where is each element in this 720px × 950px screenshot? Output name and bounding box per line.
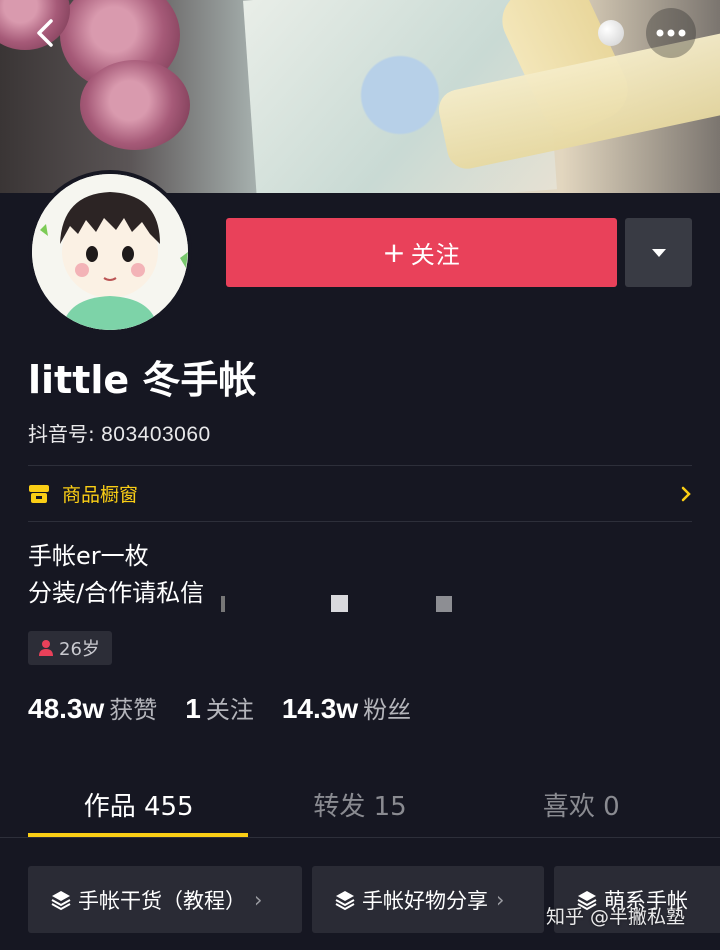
divider xyxy=(28,521,692,522)
plus-icon: + xyxy=(382,235,407,269)
collection-label: 手帐干货（教程） xyxy=(78,888,246,913)
tab-works[interactable]: 作品 455 xyxy=(28,778,249,836)
shop-icon xyxy=(29,484,49,503)
more-dots-icon xyxy=(656,29,686,37)
shop-window-label: 商品橱窗 xyxy=(62,484,139,506)
stat-value: 14.3w xyxy=(281,693,359,724)
chevron-right-icon xyxy=(681,486,691,501)
profile-stats: 48.3w 获赞 1 关注 14.3w 粉丝 xyxy=(28,690,439,725)
bio: 手帐er一枚 分装/合作请私信 xyxy=(28,538,204,612)
douyin-id: 抖音号: 803403060 xyxy=(28,418,211,447)
layers-icon xyxy=(335,890,355,910)
watermark: 知乎 @半撇私塾 xyxy=(546,906,686,928)
collection-label: 手帐好物分享 xyxy=(362,888,488,913)
stat-value: 1 xyxy=(185,693,201,724)
decorative-mark xyxy=(436,596,452,612)
collection-chip[interactable]: 手帐好物分享 › xyxy=(312,866,544,933)
back-button[interactable] xyxy=(20,8,70,58)
stat-label: 粉丝 xyxy=(363,696,412,724)
bio-line: 分装/合作请私信 xyxy=(28,579,205,607)
cartoon-boy-avatar-illustration xyxy=(32,174,188,330)
active-tab-indicator xyxy=(28,833,248,837)
stat-label: 获赞 xyxy=(109,696,158,724)
age-text: 26岁 xyxy=(59,639,100,660)
person-icon xyxy=(39,640,53,656)
decorative-mark xyxy=(331,595,348,612)
nickname: little 冬手帐 xyxy=(28,358,257,402)
stat-value: 48.3w xyxy=(28,693,105,724)
stat-likes[interactable]: 48.3w 获赞 xyxy=(28,690,157,725)
chevron-right-icon: › xyxy=(254,887,263,912)
stat-following[interactable]: 1 关注 xyxy=(185,690,254,725)
stat-label: 关注 xyxy=(205,696,254,724)
recommend-dropdown-button[interactable] xyxy=(625,218,692,287)
shop-window-row[interactable]: 商品橱窗 xyxy=(28,466,692,521)
chevron-left-icon xyxy=(37,19,53,47)
caret-down-icon xyxy=(651,248,666,257)
decorative-mark xyxy=(221,596,225,612)
avatar[interactable] xyxy=(28,170,192,334)
stat-followers[interactable]: 14.3w 粉丝 xyxy=(282,690,411,725)
layers-icon xyxy=(51,890,71,910)
tabs-divider xyxy=(0,837,720,838)
follow-label: 关注 xyxy=(410,241,461,269)
content-tabs: 作品 455 转发 15 喜欢 0 xyxy=(28,778,692,836)
collection-chip[interactable]: 手帐干货（教程） › xyxy=(28,866,302,933)
douyin-id-label: 抖音号: xyxy=(28,422,102,446)
tab-reposts[interactable]: 转发 15 xyxy=(249,778,470,836)
tab-likes[interactable]: 喜欢 0 xyxy=(471,778,692,836)
follow-button[interactable]: + 关注 xyxy=(226,218,617,287)
age-tag: 26岁 xyxy=(28,631,112,665)
profile-cover-image xyxy=(0,0,720,193)
bio-line: 手帐er一枚 xyxy=(28,542,149,570)
more-button[interactable] xyxy=(646,8,696,58)
douyin-id-number: 803403060 xyxy=(101,423,211,446)
chevron-right-icon: › xyxy=(496,887,505,912)
